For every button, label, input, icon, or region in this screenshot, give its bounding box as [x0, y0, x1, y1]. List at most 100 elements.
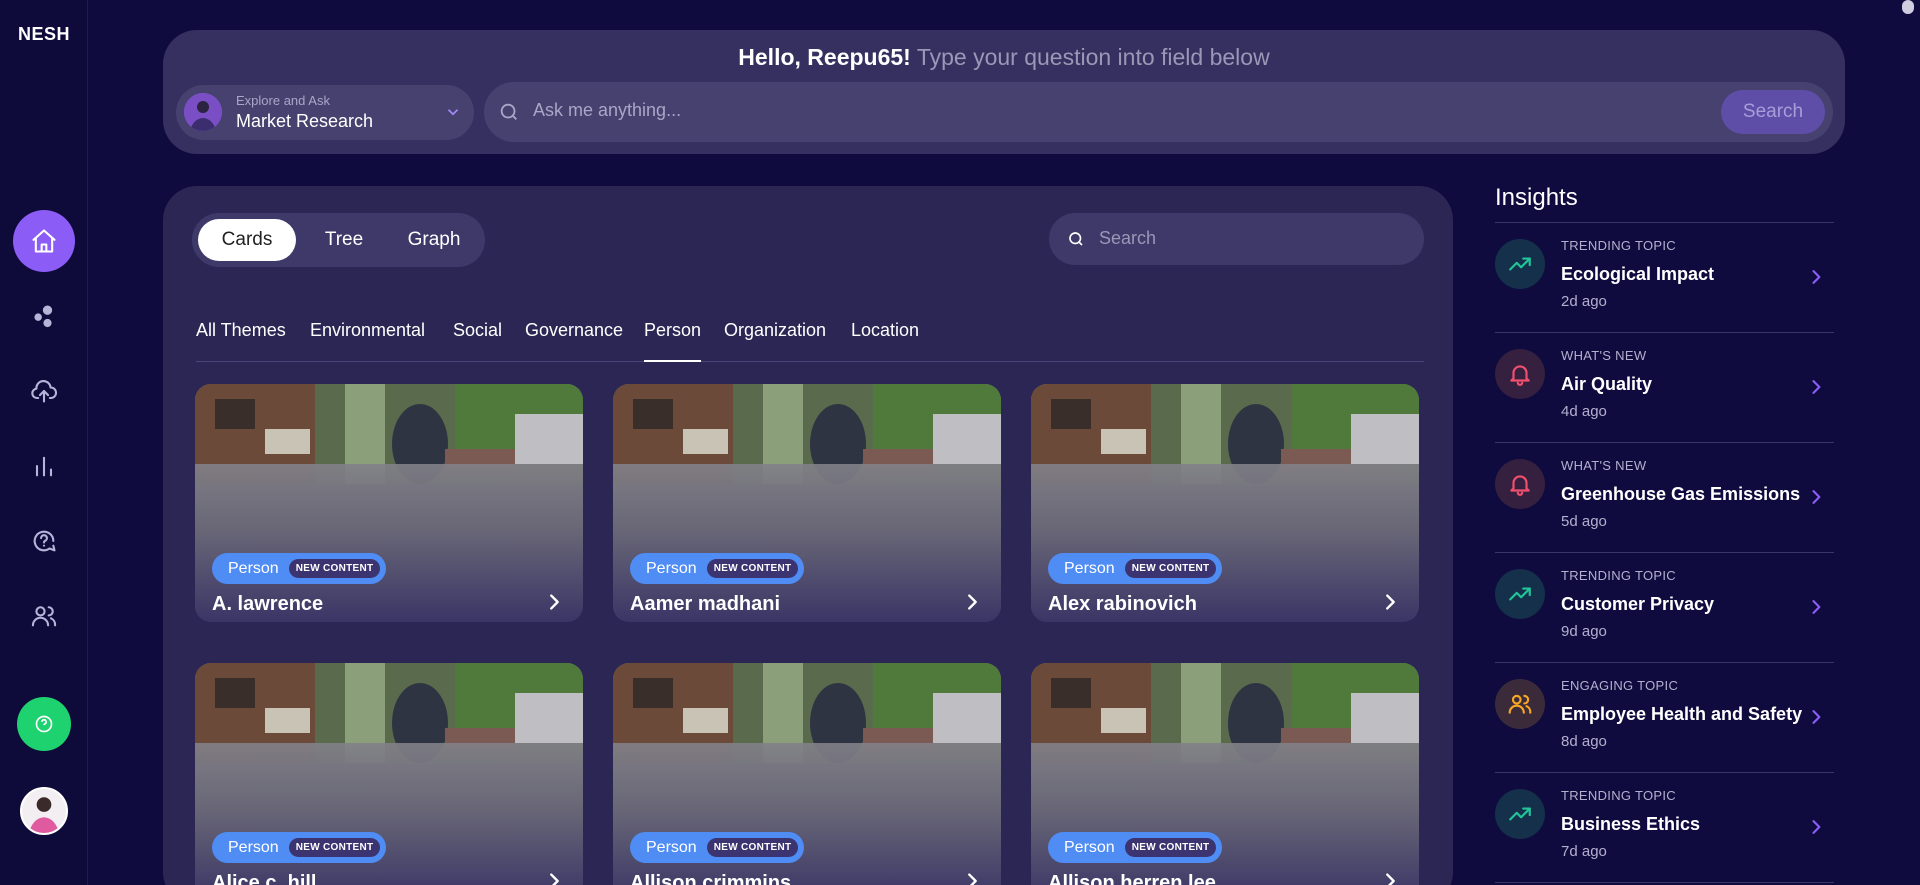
trending-up-icon: [1509, 807, 1531, 821]
insight-item[interactable]: WHAT'S NEW Air Quality 4d ago: [1495, 333, 1834, 443]
chevron-right-icon: [1812, 820, 1821, 834]
view-cards-button[interactable]: Cards: [198, 219, 296, 261]
insight-kicker: WHAT'S NEW: [1561, 348, 1647, 363]
nav-people[interactable]: [13, 585, 75, 647]
chevron-down-icon: [447, 109, 459, 116]
insight-item[interactable]: TRENDING TOPIC Ecological Impact 2d ago: [1495, 223, 1834, 333]
nav-topics[interactable]: [13, 285, 75, 347]
insight-time: 4d ago: [1561, 403, 1607, 420]
tab-all-themes[interactable]: All Themes: [196, 320, 286, 362]
insight-time: 9d ago: [1561, 623, 1607, 640]
card-title: Allison herren lee: [1048, 872, 1216, 885]
content-search[interactable]: Search: [1049, 213, 1424, 265]
persona-avatar-icon: [184, 93, 222, 131]
tab-governance[interactable]: Governance: [525, 320, 623, 362]
person-card[interactable]: Person NEW CONTENT A. lawrence: [195, 384, 583, 622]
trending-up-icon: [1509, 257, 1531, 271]
insight-time: 8d ago: [1561, 733, 1607, 750]
home-icon: [32, 229, 56, 253]
insight-icon: [1495, 569, 1545, 619]
explore-dropdown[interactable]: Explore and Ask Market Research: [176, 85, 474, 140]
trending-up-icon: [1509, 587, 1531, 601]
cloud-upload-icon: [31, 379, 58, 403]
nav-questions[interactable]: [13, 510, 75, 572]
insight-kicker: TRENDING TOPIC: [1561, 238, 1676, 253]
card-title: A. lawrence: [212, 593, 324, 615]
card-tag: Person NEW CONTENT: [1048, 832, 1223, 863]
explore-avatar: [184, 93, 222, 131]
chevron-right-icon: [550, 594, 559, 610]
card-overlay: [195, 743, 583, 885]
tab-environmental[interactable]: Environmental: [310, 320, 425, 362]
bell-icon: [1510, 475, 1530, 496]
new-content-badge: NEW CONTENT: [1124, 559, 1217, 578]
person-card[interactable]: Person NEW CONTENT Allison crimmins: [613, 663, 1001, 885]
tab-location[interactable]: Location: [851, 320, 919, 362]
person-card[interactable]: Person NEW CONTENT Aamer madhani: [613, 384, 1001, 622]
new-content-badge: NEW CONTENT: [706, 559, 799, 578]
insight-kicker: TRENDING TOPIC: [1561, 788, 1676, 803]
nav-home[interactable]: [13, 210, 75, 272]
card-tag-label: Person: [1064, 559, 1115, 577]
card-overlay: [613, 743, 1001, 885]
ask-search-button[interactable]: Search: [1721, 90, 1825, 134]
chevron-right-icon: [1812, 490, 1821, 504]
help-circle-icon: [35, 715, 53, 733]
insight-icon: [1495, 789, 1545, 839]
card-title: Alice c. hill: [212, 872, 317, 885]
new-content-badge: NEW CONTENT: [288, 559, 381, 578]
insight-kicker: WHAT'S NEW: [1561, 458, 1647, 473]
card-overlay: [1031, 743, 1419, 885]
users-icon: [31, 606, 57, 627]
bubbles-icon: [34, 305, 53, 328]
nav-upload[interactable]: [13, 360, 75, 422]
person-card[interactable]: Person NEW CONTENT Allison herren lee: [1031, 663, 1419, 885]
insight-item[interactable]: WHAT'S NEW Greenhouse Gas Emissions 5d a…: [1495, 443, 1834, 553]
scrollbar-thumb[interactable]: [1902, 0, 1914, 14]
bell-icon: [1510, 365, 1530, 386]
insight-icon: [1495, 679, 1545, 729]
greeting: Hello, Reepu65!: [738, 44, 911, 70]
insight-title: Air Quality: [1561, 374, 1653, 394]
card-title: Aamer madhani: [630, 593, 781, 615]
insight-kicker: TRENDING TOPIC: [1561, 568, 1676, 583]
nav-analytics[interactable]: [13, 435, 75, 497]
insight-title: Greenhouse Gas Emissions: [1561, 484, 1801, 504]
app-logo[interactable]: NESH: [0, 24, 88, 45]
person-card[interactable]: Person NEW CONTENT Alex rabinovich: [1031, 384, 1419, 622]
content-search-input[interactable]: Search: [1099, 228, 1156, 249]
insight-icon: [1495, 349, 1545, 399]
tab-person[interactable]: Person: [644, 320, 702, 362]
card-tag-label: Person: [228, 559, 279, 577]
chevron-right-icon: [968, 873, 977, 885]
tab-organization[interactable]: Organization: [724, 320, 826, 362]
insight-item[interactable]: ENGAGING TOPIC Employee Health and Safet…: [1495, 663, 1834, 773]
card-title: Alex rabinovich: [1048, 593, 1197, 615]
new-content-badge: NEW CONTENT: [288, 838, 381, 857]
view-toggle: Cards Tree Graph: [192, 213, 485, 267]
view-graph-button[interactable]: Graph: [388, 219, 480, 261]
view-tree-button[interactable]: Tree: [304, 219, 384, 261]
search-icon: [1069, 232, 1083, 246]
ask-field[interactable]: Ask me anything... Search: [484, 82, 1833, 142]
content-panel: Cards Tree Graph Search All Themes Envir…: [163, 186, 1453, 885]
card-tag: Person NEW CONTENT: [1048, 553, 1223, 584]
person-card[interactable]: Person NEW CONTENT Alice c. hill: [195, 663, 583, 885]
help-button[interactable]: [17, 697, 71, 751]
explore-label: Explore and Ask: [236, 93, 330, 108]
insight-time: 7d ago: [1561, 843, 1607, 860]
bar-chart-icon: [35, 456, 53, 477]
user-avatar[interactable]: [20, 787, 68, 835]
insight-item[interactable]: TRENDING TOPIC Customer Privacy 9d ago: [1495, 553, 1834, 663]
chevron-right-icon: [1812, 710, 1821, 724]
hero-prompt: Type your question into field below: [916, 44, 1270, 70]
user-photo-icon: [22, 789, 66, 833]
insight-item[interactable]: TRENDING TOPIC Business Ethics 7d ago: [1495, 773, 1834, 883]
sidebar: NESH: [0, 0, 88, 885]
theme-tabs: All Themes Environmental Social Governan…: [196, 320, 1424, 362]
new-content-badge: NEW CONTENT: [1124, 838, 1217, 857]
chevron-right-icon: [1386, 594, 1395, 610]
insights-heading: Insights: [1495, 184, 1578, 211]
tab-social[interactable]: Social: [453, 320, 502, 362]
ask-input[interactable]: Ask me anything...: [533, 100, 681, 121]
